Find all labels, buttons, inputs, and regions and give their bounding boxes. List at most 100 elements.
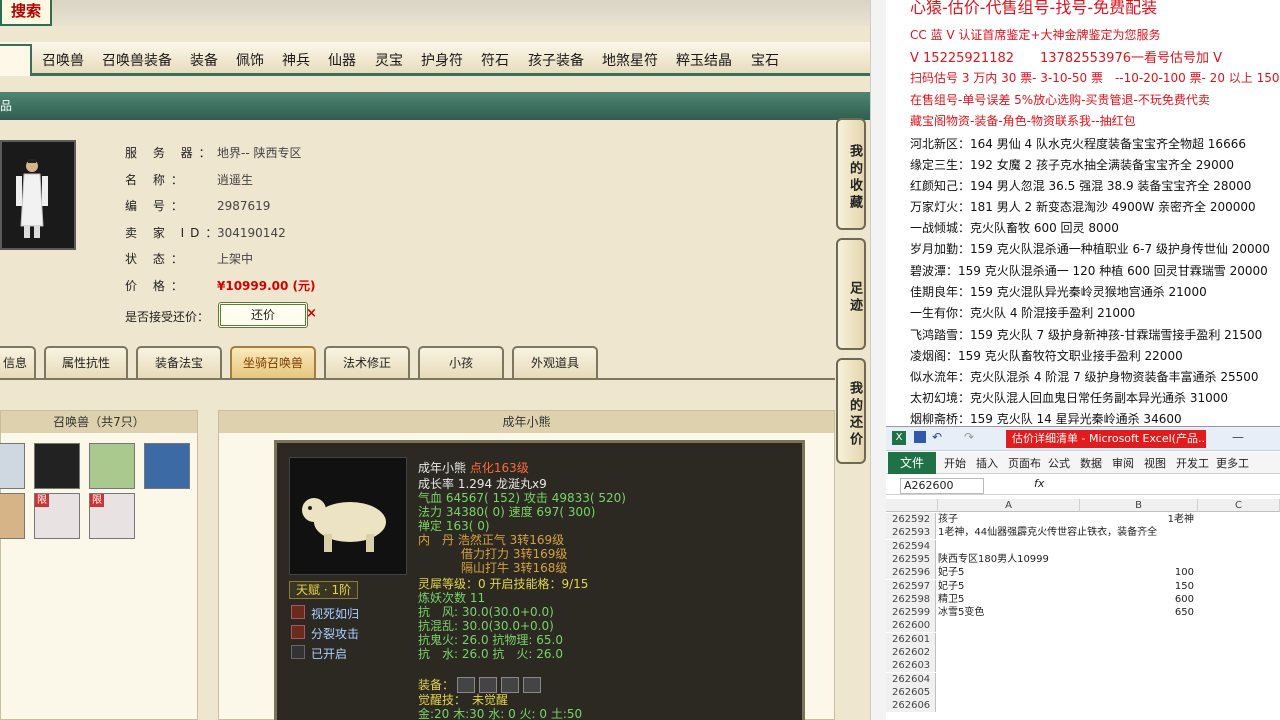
cell-a[interactable]: 陕西专区180男人10999	[938, 553, 1078, 566]
nav-item[interactable]: 孩子装备	[528, 50, 584, 70]
column-header[interactable]: B	[1080, 499, 1198, 512]
talent-badge[interactable]: 天赋 · 1阶	[289, 581, 359, 599]
cell-a[interactable]: 精卫5	[938, 593, 1078, 606]
ribbon-tab[interactable]: 开发工	[1176, 455, 1209, 471]
cell-a[interactable]: 冰雪5变色	[938, 606, 1078, 619]
row-number[interactable]: 262592	[886, 513, 936, 526]
nav-item[interactable]: 佩饰	[236, 50, 264, 70]
ribbon-tab[interactable]: 公式	[1048, 455, 1070, 471]
nav-item[interactable]: 地煞星符	[602, 50, 658, 70]
cell-a[interactable]: 妃子5	[938, 566, 1078, 579]
pet-thumb[interactable]	[0, 443, 25, 489]
tab-appearance[interactable]: 外观道具	[512, 346, 598, 378]
row-number[interactable]: 262600	[886, 619, 936, 633]
nav-item[interactable]: 宝石	[751, 50, 779, 70]
ribbon-tab[interactable]: 更多工	[1216, 455, 1249, 471]
listing-line: 太初幻境：克火队混人回血鬼日常任务副本异光通杀 31000	[910, 391, 1228, 405]
pet-level: 点化163级	[469, 461, 529, 475]
minimize-icon[interactable]: —	[1232, 430, 1244, 444]
pet-thumb[interactable]: 限	[34, 493, 80, 539]
bargain-button[interactable]: 还价	[218, 302, 308, 328]
skill-icon	[291, 645, 305, 659]
cell-b[interactable]: 1老神	[1080, 513, 1198, 526]
game-page: 搜索 召唤兽 召唤兽装备 装备 佩饰 神兵 仙器 灵宝 护身符 符石 孩子装备 …	[0, 0, 870, 720]
ribbon-tab[interactable]: 视图	[1144, 455, 1166, 471]
ribbon-tab[interactable]: 审阅	[1112, 455, 1134, 471]
column-header[interactable]: C	[1198, 499, 1280, 512]
ribbon-tab[interactable]: 页面布	[1008, 455, 1041, 471]
cell-b[interactable]: 100	[1080, 566, 1198, 579]
nav-item[interactable]: 符石	[481, 50, 509, 70]
tab-attributes[interactable]: 属性抗性	[44, 346, 128, 378]
row-number[interactable]: 262602	[886, 646, 936, 659]
nav-item[interactable]: 召唤兽	[42, 50, 84, 70]
tab-equipment[interactable]: 装备法宝	[136, 346, 222, 378]
home-tab[interactable]	[0, 44, 32, 76]
cell-a[interactable]: 孩子	[938, 513, 1078, 526]
cell-b[interactable]: 650	[1080, 606, 1198, 619]
sheet-row: 262604	[886, 672, 1280, 686]
tab-info[interactable]: 信息	[0, 346, 36, 378]
equip-slot[interactable]	[523, 677, 541, 693]
ribbon-tab[interactable]: 插入	[976, 455, 998, 471]
row-number[interactable]: 262604	[886, 672, 936, 686]
file-tab[interactable]: 文件	[888, 452, 936, 474]
ribbon-tab[interactable]: 开始	[944, 455, 966, 471]
listing-line: 凌烟阁：159 克火队畜牧符文职业接手盈利 22000	[910, 349, 1183, 363]
equip-slot[interactable]	[479, 677, 497, 693]
row-number[interactable]: 262598	[886, 592, 936, 606]
row-number[interactable]: 262595	[886, 552, 936, 566]
sheet-row: 262593 1老神，44仙器强霹克火传世容止铁衣，装备齐全	[886, 526, 1280, 540]
name-box[interactable]: A262600	[900, 478, 984, 494]
tab-child[interactable]: 小孩	[418, 346, 504, 378]
column-header[interactable]: A	[938, 499, 1080, 512]
skill-name[interactable]: 视死如归	[311, 605, 359, 622]
cell-b[interactable]: 150	[1080, 580, 1198, 593]
nav-item[interactable]: 装备	[190, 50, 218, 70]
fx-icon[interactable]: fx	[1034, 477, 1044, 490]
pet-elements: 金:20 木:30 水: 0 火: 0 土:50	[418, 707, 583, 720]
nav-item[interactable]: 召唤兽装备	[102, 50, 172, 70]
save-icon[interactable]	[914, 431, 926, 443]
row-number[interactable]: 262599	[886, 606, 936, 620]
undo-icon[interactable]: ↶	[932, 430, 942, 444]
tab-pets[interactable]: 坐骑召唤兽	[230, 346, 316, 378]
excel-titlebar: X ↶ ↷ 估价详细清单 - Microsoft Excel(产品... —	[886, 427, 1280, 451]
row-number[interactable]: 262605	[886, 685, 936, 699]
nav-item[interactable]: 仙器	[328, 50, 356, 70]
nav-item[interactable]: 神兵	[282, 50, 310, 70]
redo-icon[interactable]: ↷	[964, 430, 974, 444]
tab-spell[interactable]: 法术修正	[324, 346, 410, 378]
listing-line: 河北新区：164 男仙 4 队水克火程度装备宝宝齐全物超 16666	[910, 137, 1246, 151]
row-number[interactable]: 262594	[886, 539, 936, 553]
footprint-button[interactable]: 足迹	[836, 238, 866, 350]
cell-b[interactable]: 600	[1080, 593, 1198, 606]
row-number[interactable]: 262593	[886, 526, 936, 540]
pet-thumb[interactable]	[89, 443, 135, 489]
row-number[interactable]: 262601	[886, 632, 936, 646]
skill-name[interactable]: 分裂攻击	[311, 625, 359, 642]
cell-a[interactable]: 1老神，44仙器强霹克火传世容止铁衣，装备齐全	[938, 526, 1157, 539]
row-number[interactable]: 262603	[886, 659, 936, 673]
pet-thumb[interactable]: 限	[89, 493, 135, 539]
nav-item[interactable]: 灵宝	[375, 50, 403, 70]
pet-thumb[interactable]	[34, 443, 80, 489]
pet-thumb[interactable]	[0, 493, 25, 539]
select-all-corner[interactable]	[886, 499, 938, 512]
favorites-button[interactable]: 我的收藏	[836, 118, 866, 230]
awake-skill: 觉醒技： 未觉醒	[418, 693, 509, 707]
my-bargain-button[interactable]: 我的还价	[836, 358, 866, 464]
row-number[interactable]: 262596	[886, 566, 936, 580]
pet-thumb[interactable]	[144, 443, 190, 489]
search-logo[interactable]: 搜索	[0, 0, 52, 26]
ribbon-tab[interactable]: 数据	[1080, 455, 1102, 471]
cell-a[interactable]: 妃子5	[938, 580, 1078, 593]
row-number[interactable]: 262606	[886, 699, 936, 713]
equip-slot[interactable]	[501, 677, 519, 693]
nav-item[interactable]: 护身符	[421, 50, 463, 70]
equip-slot[interactable]	[457, 677, 475, 693]
role-avatar	[0, 140, 76, 250]
nav-item[interactable]: 粹玉结晶	[676, 50, 732, 70]
row-number[interactable]: 262597	[886, 579, 936, 593]
status-row: 状 态： 上架中	[125, 252, 254, 266]
